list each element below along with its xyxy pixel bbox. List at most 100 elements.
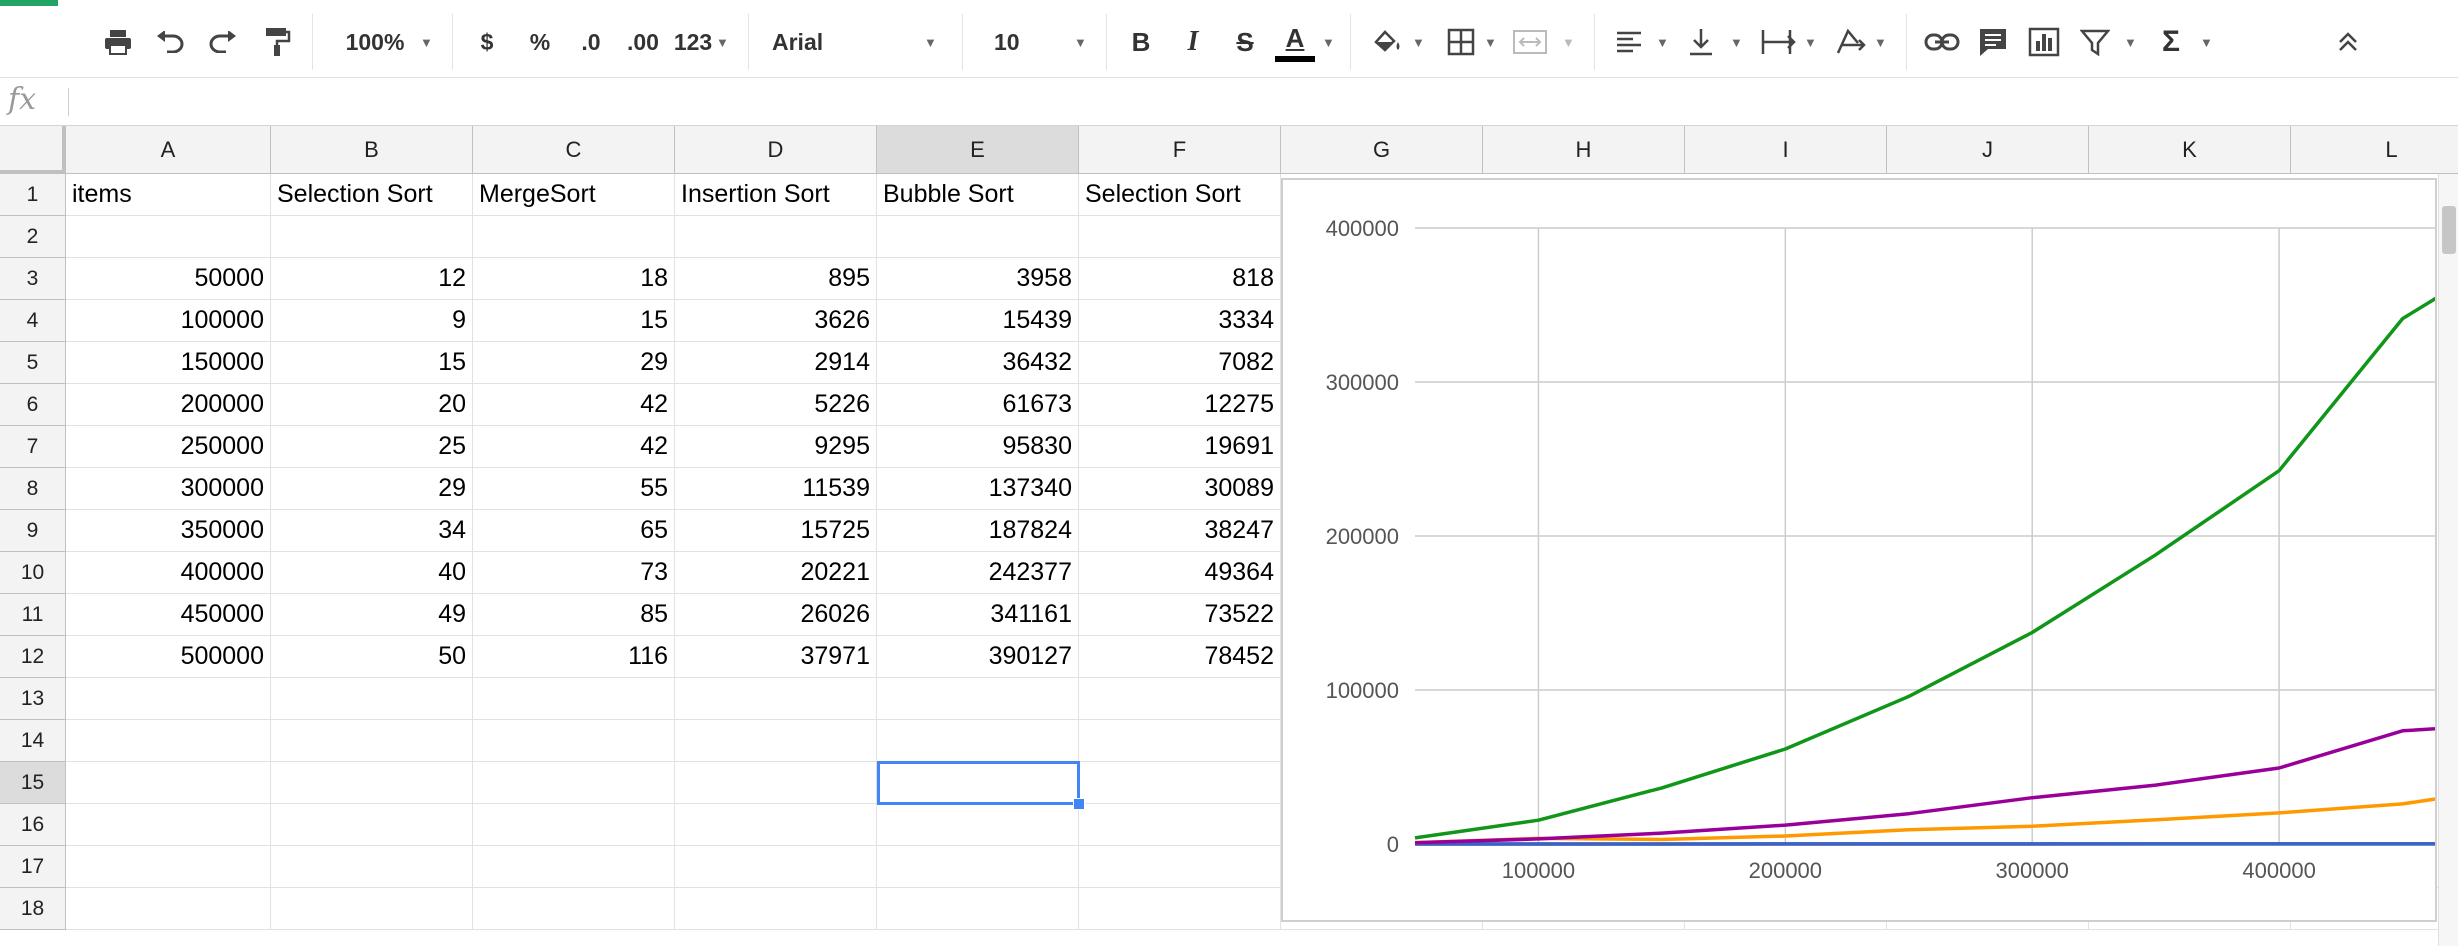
- redo-icon[interactable]: [203, 6, 243, 78]
- cell-e12[interactable]: 390127: [877, 636, 1079, 678]
- column-header-g[interactable]: G: [1281, 126, 1483, 174]
- increase-decimal-button[interactable]: .00: [621, 6, 665, 78]
- row-header-6[interactable]: 6: [0, 384, 66, 426]
- cell-a3[interactable]: 50000: [66, 258, 271, 300]
- cell-c12[interactable]: 116: [473, 636, 675, 678]
- cell-d15[interactable]: [675, 762, 877, 804]
- cell-b11[interactable]: 49: [271, 594, 473, 636]
- cell-c15[interactable]: [473, 762, 675, 804]
- row-header-15[interactable]: 15: [0, 762, 66, 804]
- row-header-12[interactable]: 12: [0, 636, 66, 678]
- cell-c18[interactable]: [473, 888, 675, 930]
- row-header-18[interactable]: 18: [0, 888, 66, 930]
- cell-d5[interactable]: 2914: [675, 342, 877, 384]
- cell-a14[interactable]: [66, 720, 271, 762]
- cell-e18[interactable]: [877, 888, 1079, 930]
- cell-d12[interactable]: 37971: [675, 636, 877, 678]
- cell-b12[interactable]: 50: [271, 636, 473, 678]
- cell-e13[interactable]: [877, 678, 1079, 720]
- currency-format-button[interactable]: $: [472, 6, 502, 78]
- text-rotation-caret-icon[interactable]: ▼: [1874, 6, 1887, 78]
- horizontal-align-icon[interactable]: [1612, 6, 1646, 78]
- italic-button[interactable]: I: [1178, 6, 1208, 78]
- cell-c5[interactable]: 29: [473, 342, 675, 384]
- cell-b6[interactable]: 20: [271, 384, 473, 426]
- cell-a13[interactable]: [66, 678, 271, 720]
- merge-cells-icon[interactable]: [1510, 6, 1550, 78]
- paint-format-icon[interactable]: [258, 6, 298, 78]
- cell-f17[interactable]: [1079, 846, 1281, 888]
- formula-input[interactable]: [80, 78, 2458, 124]
- column-header-i[interactable]: I: [1685, 126, 1887, 174]
- row-header-3[interactable]: 3: [0, 258, 66, 300]
- cell-e9[interactable]: 187824: [877, 510, 1079, 552]
- cell-f8[interactable]: 30089: [1079, 468, 1281, 510]
- cell-d2[interactable]: [675, 216, 877, 258]
- cell-b5[interactable]: 15: [271, 342, 473, 384]
- cell-d7[interactable]: 9295: [675, 426, 877, 468]
- cell-c3[interactable]: 18: [473, 258, 675, 300]
- print-icon[interactable]: [98, 6, 138, 78]
- borders-icon[interactable]: [1444, 6, 1478, 78]
- cell-c10[interactable]: 73: [473, 552, 675, 594]
- cell-a9[interactable]: 350000: [66, 510, 271, 552]
- zoom-select[interactable]: 100%: [330, 6, 420, 78]
- more-formats-button[interactable]: 123: [672, 6, 714, 78]
- cell-b13[interactable]: [271, 678, 473, 720]
- cell-c1[interactable]: MergeSort: [473, 174, 675, 216]
- row-header-10[interactable]: 10: [0, 552, 66, 594]
- cell-e8[interactable]: 137340: [877, 468, 1079, 510]
- cell-e3[interactable]: 3958: [877, 258, 1079, 300]
- cell-a2[interactable]: [66, 216, 271, 258]
- cell-a1[interactable]: items: [66, 174, 271, 216]
- strikethrough-button[interactable]: S: [1230, 6, 1260, 78]
- vertical-align-icon[interactable]: [1684, 6, 1718, 78]
- cell-d18[interactable]: [675, 888, 877, 930]
- bold-button[interactable]: B: [1126, 6, 1156, 78]
- cell-d9[interactable]: 15725: [675, 510, 877, 552]
- cell-f14[interactable]: [1079, 720, 1281, 762]
- cell-e17[interactable]: [877, 846, 1079, 888]
- vertical-scrollbar-thumb[interactable]: [2442, 206, 2456, 254]
- insert-comment-icon[interactable]: [1976, 6, 2010, 78]
- cell-b8[interactable]: 29: [271, 468, 473, 510]
- percent-format-button[interactable]: %: [525, 6, 555, 78]
- row-header-1[interactable]: 1: [0, 174, 66, 216]
- collapse-toolbar-icon[interactable]: [2330, 6, 2366, 78]
- cell-c9[interactable]: 65: [473, 510, 675, 552]
- cell-b1[interactable]: Selection Sort: [271, 174, 473, 216]
- column-header-h[interactable]: H: [1483, 126, 1685, 174]
- row-header-9[interactable]: 9: [0, 510, 66, 552]
- cell-b18[interactable]: [271, 888, 473, 930]
- column-header-d[interactable]: D: [675, 126, 877, 174]
- cell-f1[interactable]: Selection Sort: [1079, 174, 1281, 216]
- zoom-caret-icon[interactable]: ▼: [420, 6, 433, 78]
- cell-e14[interactable]: [877, 720, 1079, 762]
- cell-f4[interactable]: 3334: [1079, 300, 1281, 342]
- cell-b14[interactable]: [271, 720, 473, 762]
- more-formats-caret-icon[interactable]: ▼: [716, 6, 729, 78]
- row-header-2[interactable]: 2: [0, 216, 66, 258]
- text-color-caret-icon[interactable]: ▼: [1322, 6, 1335, 78]
- column-header-j[interactable]: J: [1887, 126, 2089, 174]
- embedded-line-chart[interactable]: 0 100000 200000 300000 400000 100000 200000 300…: [1281, 178, 2437, 922]
- cell-f16[interactable]: [1079, 804, 1281, 846]
- cell-d13[interactable]: [675, 678, 877, 720]
- fill-color-icon[interactable]: [1370, 6, 1406, 78]
- cell-a4[interactable]: 100000: [66, 300, 271, 342]
- column-header-k[interactable]: K: [2089, 126, 2291, 174]
- cell-a10[interactable]: 400000: [66, 552, 271, 594]
- cell-a5[interactable]: 150000: [66, 342, 271, 384]
- cell-d11[interactable]: 26026: [675, 594, 877, 636]
- select-all-corner[interactable]: [0, 126, 66, 174]
- column-header-l[interactable]: L: [2291, 126, 2458, 174]
- cell-b7[interactable]: 25: [271, 426, 473, 468]
- fill-color-caret-icon[interactable]: ▼: [1412, 6, 1425, 78]
- column-header-e[interactable]: E: [877, 126, 1079, 174]
- column-header-c[interactable]: C: [473, 126, 675, 174]
- cell-c7[interactable]: 42: [473, 426, 675, 468]
- cell-a6[interactable]: 200000: [66, 384, 271, 426]
- font-size-caret-icon[interactable]: ▼: [1074, 6, 1087, 78]
- row-header-13[interactable]: 13: [0, 678, 66, 720]
- cell-e4[interactable]: 15439: [877, 300, 1079, 342]
